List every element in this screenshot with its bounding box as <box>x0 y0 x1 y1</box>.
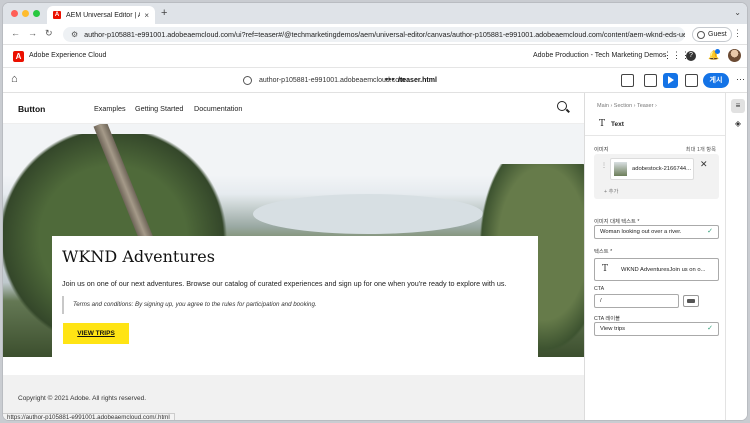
richtext-icon: T <box>602 264 609 274</box>
content-host[interactable]: author-p105881-e991001.adobeaemcloud.com <box>259 77 405 84</box>
site-logo[interactable]: Button <box>18 104 45 114</box>
alt-text-label: 이미지 대체 텍스트 * <box>594 219 640 225</box>
text-field-label: 텍스트 * <box>594 249 613 255</box>
valid-check-icon: ✓ <box>707 228 713 235</box>
component-type: T Text <box>599 119 624 129</box>
search-icon[interactable] <box>557 101 567 111</box>
user-avatar[interactable] <box>728 49 741 62</box>
browser-menu-icon[interactable]: ⋮ <box>733 28 742 39</box>
back-icon[interactable]: ← <box>11 28 20 38</box>
address-bar: ← → ↻ ⚙ author-p105881-e991001.adobeaemc… <box>3 24 747 45</box>
remove-asset-icon[interactable]: ✕ <box>700 159 708 170</box>
forward-icon[interactable]: → <box>28 28 37 38</box>
help-icon[interactable]: ? <box>686 51 696 61</box>
editor-toolbar: ⌂ author-p105881-e991001.adobeaemcloud.c… <box>3 68 747 93</box>
tab-strip: A AEM Universal Editor | Adobe × + ⌄ <box>3 3 747 24</box>
adobe-favicon-icon: A <box>53 11 61 19</box>
add-asset-button[interactable]: + 추가 <box>604 187 618 195</box>
cta-link-value: / <box>600 298 602 304</box>
view-trips-button[interactable]: VIEW TRIPS <box>63 323 129 344</box>
notification-badge <box>715 49 720 54</box>
copyright-text: Copyright © 2021 Adobe. All rights reser… <box>18 395 147 402</box>
terms-quote[interactable]: Terms and conditions: By signing up, you… <box>62 296 518 314</box>
cta-field-label: CTA <box>594 286 605 292</box>
site-header: Button Examples Getting Started Document… <box>3 93 584 124</box>
nav-link-examples[interactable]: Examples <box>94 104 126 113</box>
preview-play-button[interactable] <box>663 73 678 88</box>
open-page-icon[interactable] <box>685 74 698 87</box>
content-path[interactable]: /teaser.html <box>398 77 437 84</box>
image-field: ⋮ adobestock-2166744... ✕ + 추가 <box>594 154 719 199</box>
side-rail: ≡ ◈ <box>725 93 747 420</box>
browser-tab[interactable]: A AEM Universal Editor | Adobe × <box>47 6 155 24</box>
url-text: author-p105881-e991001.adobeaemcloud.com… <box>84 30 685 39</box>
drag-handle-icon[interactable]: ⋮ <box>601 162 607 169</box>
url-input[interactable]: ⚙ author-p105881-e991001.adobeaemcloud.c… <box>63 27 685 42</box>
tab-close-icon[interactable]: × <box>144 11 149 20</box>
alt-text-input[interactable]: Woman looking out over a river. ✓ <box>594 225 719 239</box>
adobe-logo-icon[interactable]: A <box>13 51 24 62</box>
teaser-title[interactable]: WKND Adventures <box>62 247 215 266</box>
hover-link-status: https://author-p105881-e991001.adobeaemc… <box>3 413 175 420</box>
editor-canvas: Button Examples Getting Started Document… <box>3 93 584 420</box>
richtext-value: WKND AdventuresJoin us on o... <box>621 267 706 273</box>
properties-toggle-icon[interactable] <box>621 74 634 87</box>
zoom-window-button[interactable] <box>33 10 40 17</box>
person-icon <box>697 30 705 39</box>
path-more-icon[interactable]: ••• <box>385 74 394 84</box>
text-type-icon: T <box>599 119 606 129</box>
profile-button[interactable]: Guest <box>692 27 732 42</box>
teaser-card[interactable]: WKND Adventures Join us on one of our ne… <box>52 236 538 360</box>
alt-text-value: Woman looking out over a river. <box>600 229 682 235</box>
layers-icon[interactable]: ◈ <box>731 117 745 131</box>
reload-icon[interactable]: ↻ <box>45 28 53 39</box>
nav-link-getting-started[interactable]: Getting Started <box>135 104 183 113</box>
minimize-window-button[interactable] <box>22 10 29 17</box>
teaser-body[interactable]: Join us on one of our next adventures. B… <box>62 279 506 288</box>
new-tab-button[interactable]: + <box>161 7 167 19</box>
panel-divider <box>585 135 726 136</box>
home-icon[interactable]: ⌂ <box>11 73 18 85</box>
asset-thumbnail <box>614 162 627 176</box>
device-preview-icon[interactable] <box>644 74 657 87</box>
browser-window: A AEM Universal Editor | Adobe × + ⌄ ← →… <box>2 2 748 421</box>
component-breadcrumb[interactable]: Main › Section › Teaser › <box>597 103 657 109</box>
profile-label: Guest <box>708 31 727 38</box>
globe-icon <box>243 76 252 85</box>
asset-name: adobestock-2166744... <box>632 166 691 172</box>
cta-text-value: View trips <box>600 326 626 332</box>
tab-search-button[interactable]: ⌄ <box>734 8 741 17</box>
image-asset-chip[interactable]: adobestock-2166744... <box>610 158 694 180</box>
brand-title[interactable]: Adobe Experience Cloud <box>29 52 106 59</box>
publish-button[interactable]: 게시 <box>703 73 729 88</box>
properties-icon[interactable]: ≡ <box>731 99 745 113</box>
nav-link-documentation[interactable]: Documentation <box>194 104 242 113</box>
more-options-icon[interactable]: ⋯ <box>736 74 745 85</box>
org-switcher[interactable]: Adobe Production - Tech Marketing Demos <box>533 52 666 59</box>
close-window-button[interactable] <box>11 10 18 17</box>
cta-text-label: CTA 레이블 <box>594 316 620 322</box>
valid-check-icon: ✓ <box>707 325 713 332</box>
browse-link-icon[interactable] <box>683 295 699 307</box>
cta-link-input[interactable]: / <box>594 294 679 308</box>
experience-cloud-header: A Adobe Experience Cloud Adobe Productio… <box>3 45 747 68</box>
richtext-field[interactable]: T WKND AdventuresJoin us on o... <box>594 258 719 281</box>
site-settings-icon[interactable]: ⚙ <box>71 30 78 39</box>
cta-text-input[interactable]: View trips ✓ <box>594 322 719 336</box>
component-type-label: Text <box>611 121 624 128</box>
properties-panel: Main › Section › Teaser › T Text 이미지 최대 1… <box>584 93 726 420</box>
image-field-label: 이미지 <box>594 147 609 153</box>
river <box>253 194 483 234</box>
tab-title: AEM Universal Editor | Adobe <box>66 11 140 19</box>
image-limit-note: 최대 1개 항목 <box>685 147 716 153</box>
